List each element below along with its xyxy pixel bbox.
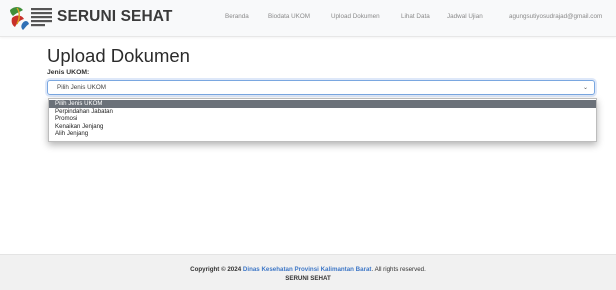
footer-app-name: SERUNI SEHAT: [285, 275, 331, 282]
option-pilih-jenis-ukom[interactable]: Pilih Jenis UKOM: [49, 100, 596, 108]
nav-item-jadwal-ujian[interactable]: Jadwal Ujian: [447, 13, 483, 20]
nav-item-biodata-ukom[interactable]: Biodata UKOM: [268, 13, 310, 20]
footer-copyright: Copyright © 2024 Dinas Kesehatan Provins…: [0, 266, 616, 273]
navbar: SERUNI SEHAT Beranda Biodata UKOM Upload…: [0, 0, 616, 37]
rights-text: . All rights reserved.: [371, 266, 426, 273]
option-alih-jenjang[interactable]: Alih Jenjang: [49, 130, 596, 138]
footer-org-link[interactable]: Dinas Kesehatan Provinsi Kalimantan Bara…: [243, 266, 372, 273]
page-title: Upload Dokumen: [47, 45, 190, 66]
footer: Copyright © 2024 Dinas Kesehatan Provins…: [0, 254, 616, 290]
jenis-ukom-dropdown: Pilih Jenis UKOM Perpindahan Jabatan Pro…: [48, 98, 597, 142]
select-current-value: Pilih Jenis UKOM: [57, 84, 106, 91]
jenis-ukom-label: Jenis UKOM:: [47, 69, 90, 76]
option-kenaikan-jenjang[interactable]: Kenaikan Jenjang: [49, 123, 596, 131]
nav-item-beranda[interactable]: Beranda: [225, 13, 249, 20]
nav-menu: Beranda Biodata UKOM Upload Dokumen Liha…: [0, 13, 616, 25]
nav-item-upload-dokumen[interactable]: Upload Dokumen: [331, 13, 380, 20]
nav-item-user-email[interactable]: agungsutiyosudrajad@gmail.com: [509, 13, 602, 20]
copyright-text: Copyright © 2024: [190, 266, 242, 273]
option-promosi[interactable]: Promosi: [49, 115, 596, 123]
jenis-ukom-select[interactable]: Pilih Jenis UKOM ⌄: [47, 80, 595, 95]
chevron-down-icon[interactable]: ⌄: [583, 84, 588, 92]
option-perpindahan-jabatan[interactable]: Perpindahan Jabatan: [49, 108, 596, 116]
nav-item-lihat-data[interactable]: Lihat Data: [401, 13, 430, 20]
